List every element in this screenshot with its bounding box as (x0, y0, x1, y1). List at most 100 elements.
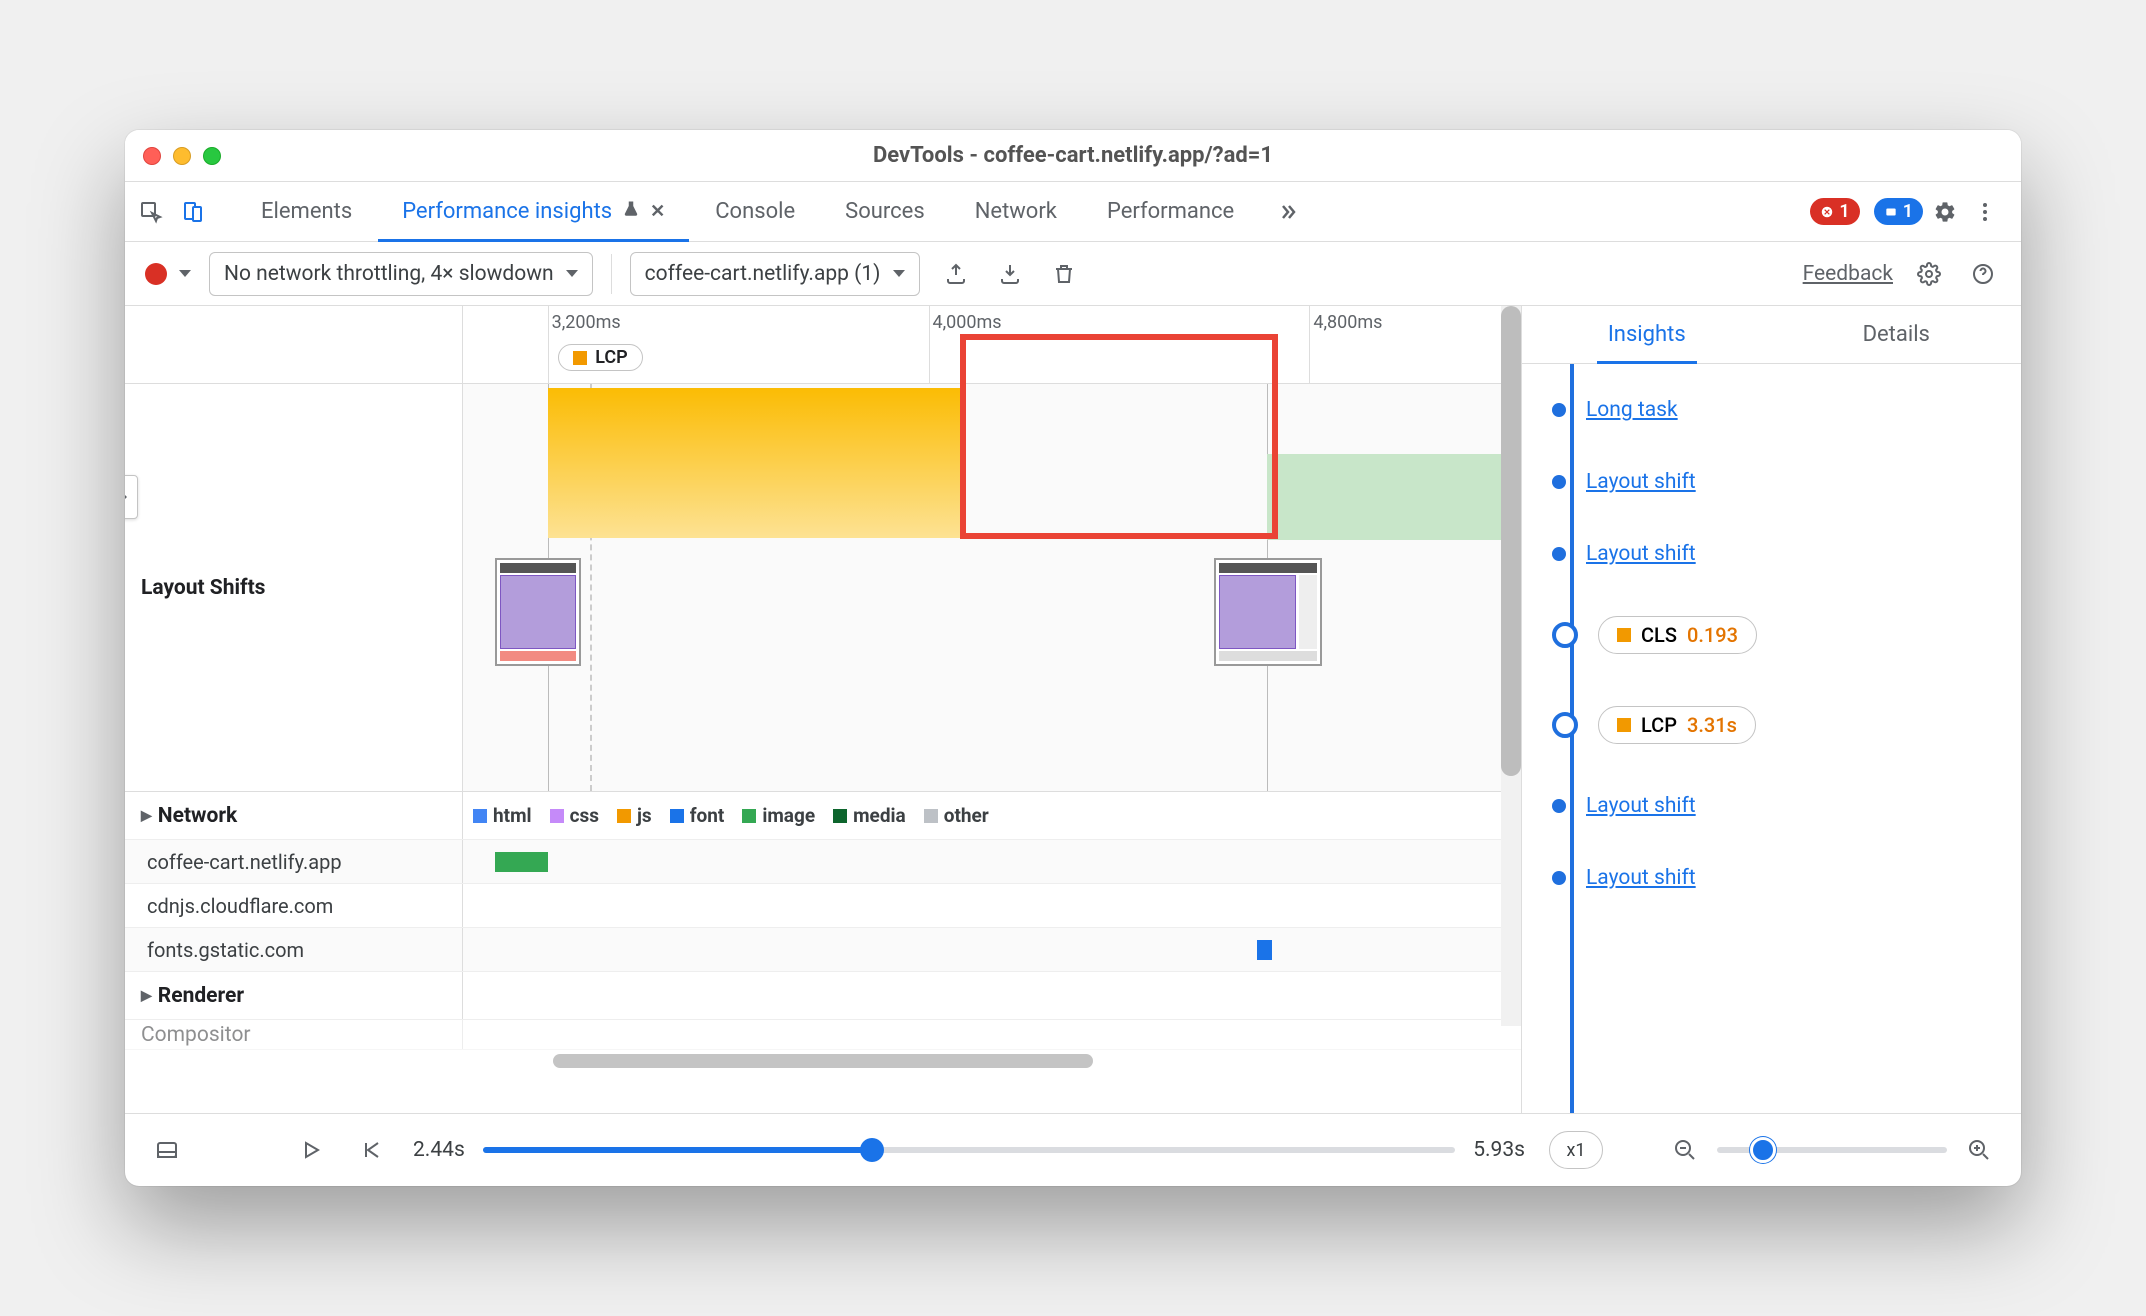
tab-details[interactable]: Details (1772, 306, 2022, 363)
tab-label: Performance insights (402, 199, 612, 224)
close-tab-icon[interactable]: ✕ (650, 201, 665, 222)
network-track-header[interactable]: ▶Network html css js font image media ot… (125, 792, 1521, 840)
collapse-sidebar-button[interactable] (125, 475, 138, 519)
window-minimize-button[interactable] (173, 147, 191, 165)
timeline-dot-icon (1552, 475, 1566, 489)
timeline-vscrollbar[interactable] (1501, 306, 1521, 1026)
insight-layout-shift[interactable]: Layout shift (1586, 794, 1696, 818)
timeline-pane: 3,200ms 4,000ms 4,800ms LCP Layout Shift… (125, 306, 1521, 1113)
throttling-select[interactable]: No network throttling, 4× slowdown (209, 252, 593, 296)
network-host-row[interactable]: coffee-cart.netlify.app (125, 840, 1521, 884)
throttling-label: No network throttling, 4× slowdown (224, 262, 554, 286)
window-maximize-button[interactable] (203, 147, 221, 165)
disclosure-triangle-icon[interactable]: ▶ (141, 988, 152, 1004)
network-legend: html css js font image media other (463, 792, 1521, 839)
chevron-down-icon (893, 270, 905, 277)
timeline-metric-dot-icon (1552, 622, 1578, 648)
zoom-slider[interactable] (1717, 1147, 1947, 1153)
renderer-track-header[interactable]: ▶Renderer (125, 972, 1521, 1020)
insight-long-task[interactable]: Long task (1586, 398, 1678, 422)
ruler-label-empty (125, 306, 463, 383)
lcp-marker-chip[interactable]: LCP (558, 344, 642, 371)
network-host-label: fonts.gstatic.com (125, 928, 463, 971)
delete-icon[interactable] (1046, 256, 1082, 292)
legend-item-image: image (762, 804, 815, 827)
recording-select[interactable]: coffee-cart.netlify.app (1) (630, 252, 920, 296)
record-button[interactable] (145, 263, 167, 285)
legend-item-html: html (493, 804, 532, 827)
legend-item-js: js (637, 804, 652, 827)
tab-elements[interactable]: Elements (237, 182, 376, 241)
disclosure-triangle-icon[interactable]: ▶ (141, 808, 152, 824)
tab-network[interactable]: Network (951, 182, 1081, 241)
insight-layout-shift[interactable]: Layout shift (1586, 542, 1696, 566)
record-options-dropdown[interactable] (179, 270, 191, 277)
help-icon[interactable] (1965, 256, 2001, 292)
zoom-in-icon[interactable] (1961, 1132, 1997, 1168)
zoom-controls (1667, 1132, 1997, 1168)
export-icon[interactable] (938, 256, 974, 292)
insight-layout-shift[interactable]: Layout shift (1586, 866, 1696, 890)
track-label-renderer: ▶Renderer (125, 972, 463, 1019)
inspect-element-icon[interactable] (133, 194, 169, 230)
lcp-color-icon (1617, 718, 1631, 732)
panel-settings-gear-icon[interactable] (1911, 256, 1947, 292)
screenshot-thumb[interactable] (1214, 558, 1322, 666)
playback-speed[interactable]: x1 (1549, 1131, 1603, 1169)
window-close-button[interactable] (143, 147, 161, 165)
time-ruler[interactable]: 3,200ms 4,000ms 4,800ms LCP (125, 306, 1521, 384)
network-host-row[interactable]: fonts.gstatic.com (125, 928, 1521, 972)
tab-performance-insights[interactable]: Performance insights ✕ (378, 182, 689, 241)
main-tabs-bar: Elements Performance insights ✕ Console … (125, 182, 2021, 242)
tab-performance[interactable]: Performance (1083, 182, 1258, 241)
issues-badge[interactable]: 1 (1874, 198, 1923, 225)
playback-time-start: 2.44s (413, 1138, 465, 1162)
import-icon[interactable] (992, 256, 1028, 292)
insight-layout-shift[interactable]: Layout shift (1586, 470, 1696, 494)
settings-gear-icon[interactable] (1927, 194, 1963, 230)
metric-lcp-pill[interactable]: LCP 3.31s (1598, 706, 1756, 744)
error-badge[interactable]: 1 (1810, 198, 1859, 225)
screenshot-thumb[interactable] (495, 558, 581, 666)
timeline-metric-dot-icon (1552, 712, 1578, 738)
chevron-down-icon (566, 270, 578, 277)
issues-count: 1 (1903, 201, 1913, 222)
tab-console[interactable]: Console (691, 182, 819, 241)
kebab-menu-icon[interactable] (1967, 194, 2003, 230)
playback-slider[interactable]: 2.44s 5.93s (413, 1138, 1525, 1162)
network-host-row[interactable]: cdnjs.cloudflare.com (125, 884, 1521, 928)
toggle-screenshots-icon[interactable] (149, 1132, 185, 1168)
tab-label: Elements (261, 199, 352, 224)
cls-color-icon (1617, 628, 1631, 642)
zoom-out-icon[interactable] (1667, 1132, 1703, 1168)
insights-timeline[interactable]: Long task Layout shift Layout shift CLS … (1522, 364, 2021, 1113)
traffic-lights (143, 147, 221, 165)
tab-sources[interactable]: Sources (821, 182, 949, 241)
ruler-tick-label: 3,200ms (552, 312, 621, 333)
play-button[interactable] (293, 1132, 329, 1168)
right-toolbar: 1 1 (1798, 194, 2013, 230)
timeline-hscrollbar[interactable] (125, 1050, 1521, 1072)
layout-shifts-track: Layout Shifts (125, 384, 1521, 792)
slider-knob[interactable] (860, 1138, 884, 1162)
main-area: 3,200ms 4,000ms 4,800ms LCP Layout Shift… (125, 306, 2021, 1114)
tab-insights[interactable]: Insights (1522, 306, 1772, 363)
feedback-link[interactable]: Feedback (1803, 262, 1893, 286)
metric-cls-pill[interactable]: CLS 0.193 (1598, 616, 1757, 654)
window-titlebar: DevTools - coffee-cart.netlify.app/?ad=1 (125, 130, 2021, 182)
metric-value: 3.31s (1687, 713, 1737, 737)
zoom-knob[interactable] (1750, 1137, 1776, 1163)
insights-tab-bar: Insights Details (1522, 306, 2021, 364)
compositor-track-header[interactable]: Compositor (125, 1020, 1521, 1050)
insights-connector-line (1570, 364, 1574, 1113)
more-tabs-button[interactable] (1270, 194, 1306, 230)
layout-shifts-area[interactable] (463, 384, 1521, 791)
network-host-label: coffee-cart.netlify.app (125, 840, 463, 883)
toggle-device-toolbar-icon[interactable] (175, 194, 211, 230)
panel-tabs: Elements Performance insights ✕ Console … (237, 182, 1258, 241)
rewind-button[interactable] (353, 1132, 389, 1168)
tab-label: Console (715, 199, 795, 224)
legend-item-media: media (853, 804, 906, 827)
playback-time-end: 5.93s (1473, 1138, 1525, 1162)
metric-value: 0.193 (1687, 623, 1738, 647)
